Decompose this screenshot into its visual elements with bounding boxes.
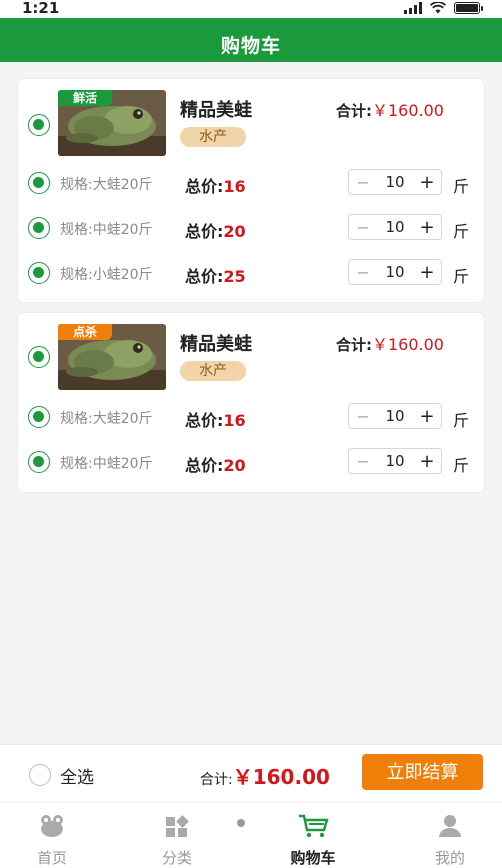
tab-label: 分类 xyxy=(161,849,192,867)
spec-total: 总价:25 xyxy=(185,263,246,287)
user-icon xyxy=(439,815,461,837)
product-image[interactable]: 鲜活 xyxy=(58,90,166,156)
decrease-button[interactable]: − xyxy=(349,407,377,426)
tab-label: 首页 xyxy=(36,849,67,867)
product-badge: 鲜活 xyxy=(58,90,112,106)
unit-label: 斤 xyxy=(453,411,470,430)
unit-label: 斤 xyxy=(453,177,470,196)
product-checkbox[interactable] xyxy=(28,114,50,136)
quantity-value[interactable]: 10 xyxy=(377,452,413,470)
spec-label: 规格:中蛙20斤 xyxy=(60,456,153,472)
quantity-value[interactable]: 10 xyxy=(377,407,413,425)
grand-total-label: 合计: xyxy=(200,772,233,788)
spec-checkbox[interactable] xyxy=(28,406,50,428)
product-name: 精品美蛙 xyxy=(180,334,252,355)
quantity-stepper: − 10 + xyxy=(348,448,442,474)
decrease-button[interactable]: − xyxy=(349,452,377,471)
status-time: 1:21 xyxy=(22,0,60,17)
quantity-value[interactable]: 10 xyxy=(377,173,413,191)
quantity-value[interactable]: 10 xyxy=(377,263,413,281)
select-all-checkbox[interactable] xyxy=(29,764,51,786)
tab-category[interactable]: 分类 xyxy=(137,813,217,868)
product-badge: 点杀 xyxy=(58,324,112,340)
total-label: 总价: xyxy=(185,267,224,286)
decrease-button[interactable]: − xyxy=(349,263,377,282)
spec-label: 规格:大蛙20斤 xyxy=(60,177,153,193)
subtotal-value: ￥160.00 xyxy=(372,101,444,120)
total-label: 总价: xyxy=(185,456,224,475)
wifi-icon xyxy=(430,2,446,14)
spec-checkbox[interactable] xyxy=(28,451,50,473)
total-label: 总价: xyxy=(185,222,224,241)
product-image[interactable]: 点杀 xyxy=(58,324,166,390)
grand-total: 合计:￥160.00 xyxy=(200,761,330,790)
unit-label: 斤 xyxy=(453,222,470,241)
checkout-bar: 全选 合计:￥160.00 立即结算 xyxy=(0,744,502,802)
increase-button[interactable]: + xyxy=(413,172,441,193)
spec-checkbox[interactable] xyxy=(28,217,50,239)
status-bar: 1:21 xyxy=(0,0,502,18)
quantity-value[interactable]: 10 xyxy=(377,218,413,236)
subtotal-value: ￥160.00 xyxy=(372,335,444,354)
quantity-stepper: − 10 + xyxy=(348,214,442,240)
card-subtotal: 合计:￥160.00 xyxy=(336,97,444,121)
battery-icon xyxy=(454,2,483,14)
spec-checkbox[interactable] xyxy=(28,262,50,284)
spec-label: 规格:小蛙20斤 xyxy=(60,267,153,283)
increase-button[interactable]: + xyxy=(413,406,441,427)
spec-label: 规格:中蛙20斤 xyxy=(60,222,153,238)
spec-total: 总价:20 xyxy=(185,452,246,476)
subtotal-label: 合计: xyxy=(336,336,372,354)
spec-label: 规格:大蛙20斤 xyxy=(60,411,153,427)
decrease-button[interactable]: − xyxy=(349,173,377,192)
total-value: 20 xyxy=(223,222,246,241)
cart-card: 鲜活 精品美蛙 水产 合计:￥160.00 规格:大蛙20斤 总价:16 − 1… xyxy=(18,79,484,302)
total-label: 总价: xyxy=(185,411,224,430)
total-value: 16 xyxy=(223,411,246,430)
spec-total: 总价:16 xyxy=(185,407,246,431)
increase-button[interactable]: + xyxy=(413,451,441,472)
unit-label: 斤 xyxy=(453,456,470,475)
header-bar: 1:21 购物车 xyxy=(0,0,502,62)
checkout-button[interactable]: 立即结算 xyxy=(362,754,483,790)
cart-card: 点杀 精品美蛙 水产 合计:￥160.00 规格:大蛙20斤 总价:16 − 1… xyxy=(18,313,484,492)
quantity-stepper: − 10 + xyxy=(348,169,442,195)
increase-button[interactable]: + xyxy=(413,262,441,283)
product-tag: 水产 xyxy=(180,127,246,147)
spec-total: 总价:16 xyxy=(185,173,246,197)
product-name: 精品美蛙 xyxy=(180,100,252,121)
grand-total-value: ￥160.00 xyxy=(232,765,330,789)
quantity-stepper: − 10 + xyxy=(348,259,442,285)
total-value: 16 xyxy=(223,177,246,196)
tab-label: 我的 xyxy=(434,849,465,867)
indicator-dot xyxy=(237,819,245,827)
total-value: 25 xyxy=(223,267,246,286)
subtotal-label: 合计: xyxy=(336,102,372,120)
cart-icon xyxy=(299,814,329,838)
decrease-button[interactable]: − xyxy=(349,218,377,237)
page-title: 购物车 xyxy=(220,35,281,57)
quantity-stepper: − 10 + xyxy=(348,403,442,429)
tab-mine[interactable]: 我的 xyxy=(410,813,490,868)
spec-checkbox[interactable] xyxy=(28,172,50,194)
tab-cart[interactable]: 购物车 xyxy=(273,813,353,868)
card-subtotal: 合计:￥160.00 xyxy=(336,331,444,355)
select-all-label[interactable]: 全选 xyxy=(60,763,94,788)
total-value: 20 xyxy=(223,456,246,475)
category-icon xyxy=(166,815,189,837)
product-tag: 水产 xyxy=(180,361,246,381)
tab-home[interactable]: 首页 xyxy=(12,813,92,868)
status-icons xyxy=(404,2,483,14)
total-label: 总价: xyxy=(185,177,224,196)
increase-button[interactable]: + xyxy=(413,217,441,238)
tab-label: 购物车 xyxy=(290,849,336,867)
signal-icon xyxy=(404,2,422,14)
tab-bar: 首页 分类 购物车 我的 xyxy=(0,802,502,868)
unit-label: 斤 xyxy=(453,267,470,286)
frog-icon xyxy=(41,815,63,837)
product-checkbox[interactable] xyxy=(28,346,50,368)
spec-total: 总价:20 xyxy=(185,218,246,242)
